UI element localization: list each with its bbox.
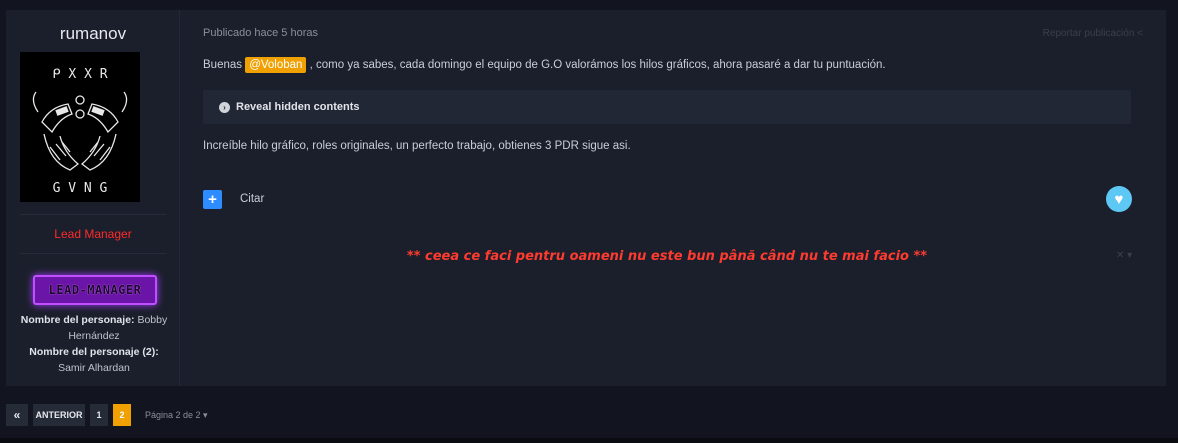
page-jump-dropdown[interactable]: Página 2 de 2 ▾ bbox=[145, 410, 208, 421]
previous-page-button[interactable]: ANTERIOR bbox=[33, 404, 85, 426]
page-button-2[interactable]: 2 bbox=[113, 404, 131, 426]
page-button-1[interactable]: 1 bbox=[90, 404, 108, 426]
footer-edge bbox=[0, 438, 1178, 443]
post-body-2: Increíble hilo gráfico, roles originales… bbox=[203, 140, 631, 152]
post-content: Publicado hace 5 horas Reportar publicac… bbox=[203, 10, 1143, 386]
avatar-text-bottom: G V N G bbox=[53, 181, 108, 196]
spoiler-label: Reveal hidden contents bbox=[236, 101, 360, 113]
signature-toggle[interactable]: ✕ ▾ bbox=[1116, 250, 1132, 261]
pagination: « ANTERIOR 1 2 Página 2 de 2 ▾ bbox=[6, 404, 208, 426]
profile-field-label: Nombre del personaje (2): bbox=[29, 346, 159, 358]
rank-badge-text: LEAD-MANAGER bbox=[48, 283, 142, 297]
author-panel: rumanov ᑭ X X R G V N G Lead Manager LEA… bbox=[6, 10, 180, 386]
avatar[interactable]: ᑭ X X R G V N G bbox=[20, 52, 140, 202]
post-text: Buenas bbox=[203, 59, 246, 71]
first-page-button[interactable]: « bbox=[6, 404, 28, 426]
heart-icon: ♥ bbox=[1114, 190, 1124, 208]
avatar-image: ᑭ X X R G V N G bbox=[20, 52, 140, 202]
author-rank: Lead Manager bbox=[54, 227, 132, 241]
divider bbox=[20, 253, 166, 254]
share-link[interactable]: Reportar publicación < bbox=[1043, 28, 1143, 39]
post-text: , como ya sabes, cada domingo el equipo … bbox=[306, 59, 886, 71]
forum-post: rumanov ᑭ X X R G V N G Lead Manager LEA… bbox=[6, 10, 1166, 386]
profile-fields: Nombre del personaje: Bobby Hernández No… bbox=[16, 312, 172, 376]
post-body: Buenas @Voloban , como ya sabes, cada do… bbox=[203, 57, 886, 73]
rank-badge-image: LEAD-MANAGER bbox=[33, 275, 157, 305]
profile-field: Nombre del personaje (2): Samir Alhardan bbox=[16, 344, 172, 376]
chevron-right-circle-icon: › bbox=[219, 101, 230, 113]
plus-icon: + bbox=[208, 191, 217, 208]
profile-field: Nombre del personaje: Bobby Hernández bbox=[16, 312, 172, 344]
spoiler-toggle[interactable]: › Reveal hidden contents bbox=[203, 90, 1131, 124]
user-mention[interactable]: @Voloban bbox=[245, 57, 307, 73]
profile-field-label: Nombre del personaje: bbox=[20, 314, 135, 326]
quote-button[interactable]: + bbox=[203, 190, 222, 209]
quote-label[interactable]: Citar bbox=[240, 193, 264, 205]
profile-field-value: Samir Alhardan bbox=[58, 362, 130, 374]
post-meta[interactable]: Publicado hace 5 horas bbox=[203, 27, 318, 39]
author-name[interactable]: rumanov bbox=[6, 24, 180, 44]
avatar-text-top: ᑭ X X R bbox=[52, 67, 107, 82]
signature: ** ceea ce faci pentru oameni nu este bu… bbox=[406, 249, 928, 264]
divider bbox=[20, 214, 166, 215]
reaction-button[interactable]: ♥ bbox=[1106, 186, 1132, 212]
